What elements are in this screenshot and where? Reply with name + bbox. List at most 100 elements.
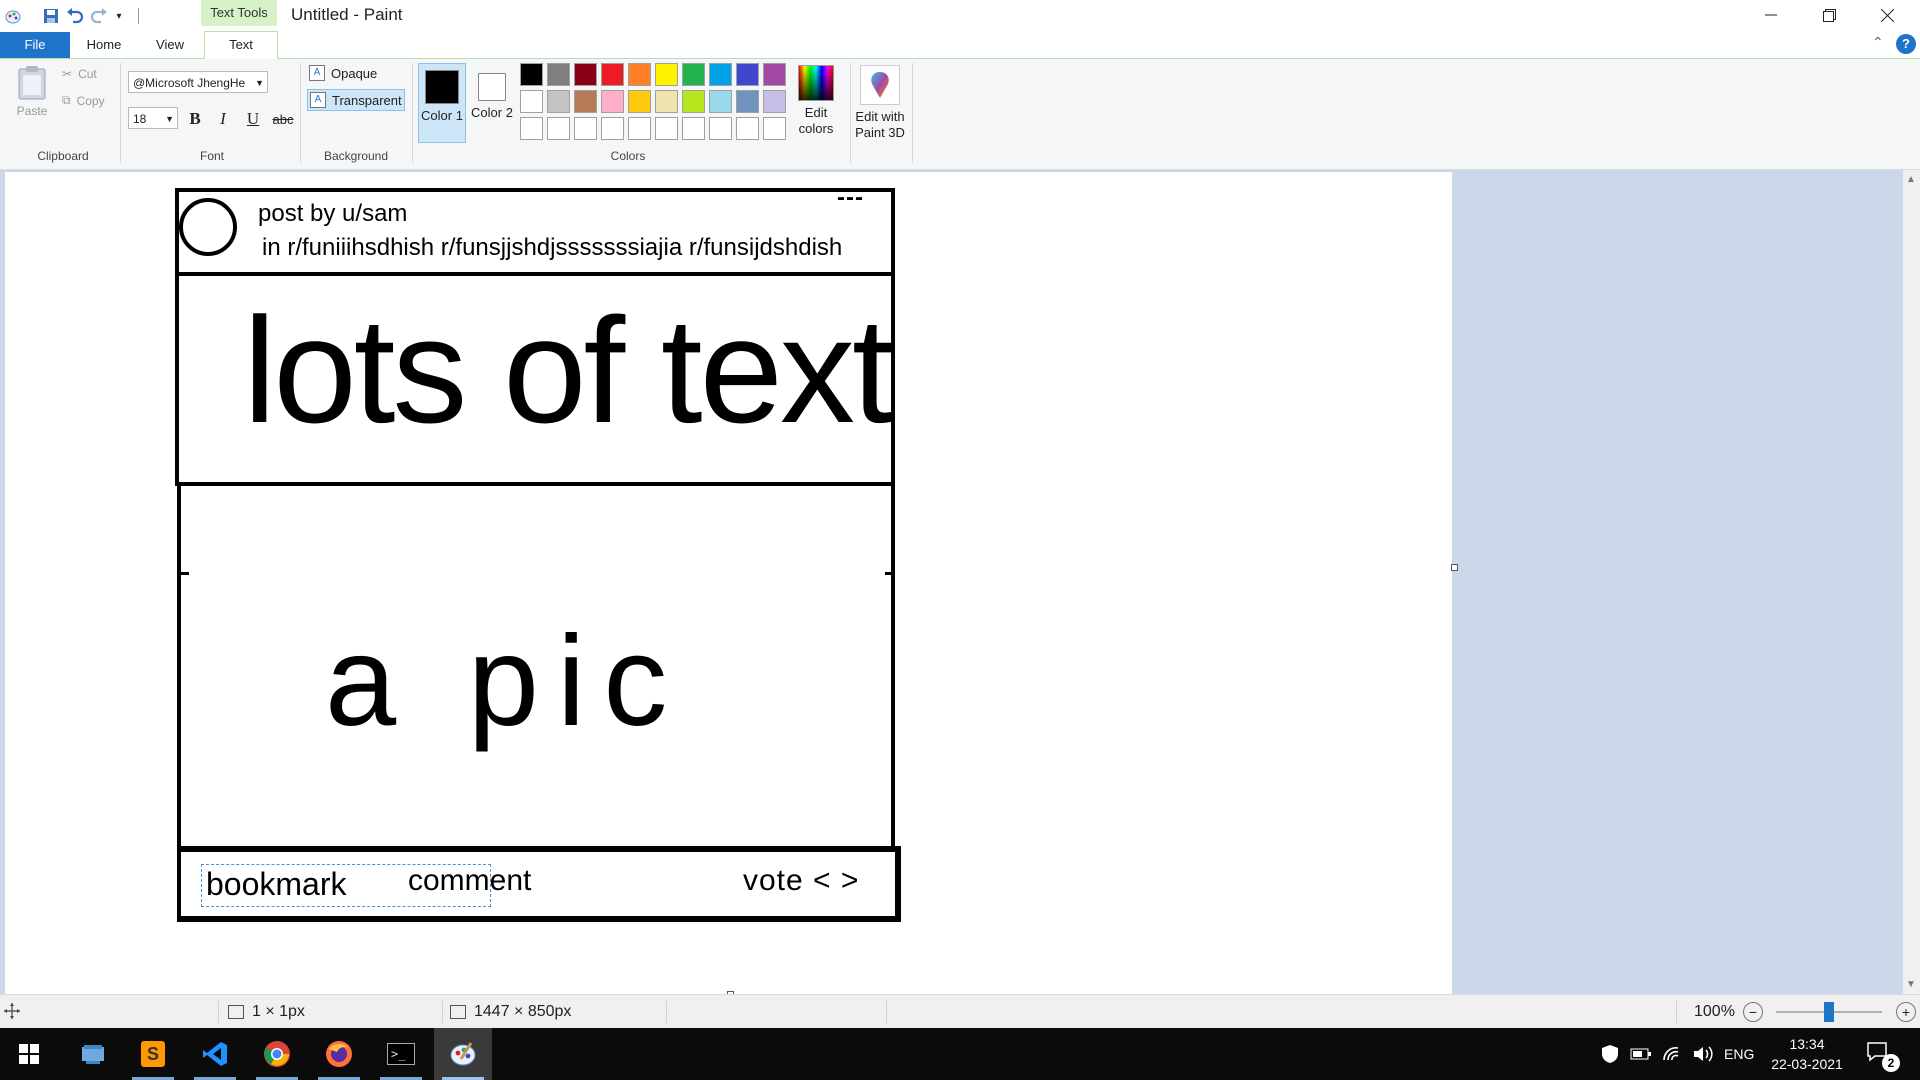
palette-swatch[interactable] <box>520 90 543 113</box>
battery-icon[interactable] <box>1630 1044 1652 1067</box>
drawing-canvas[interactable]: post by u/sam in r/funiiihsdhish r/funsj… <box>5 172 1452 994</box>
paint3d-icon <box>860 65 900 105</box>
zoom-slider[interactable] <box>1776 1002 1882 1022</box>
palette-swatch[interactable] <box>682 90 705 113</box>
taskbar: S >_ ENG 13:34 22-03-2021 2 <box>0 1028 1920 1080</box>
bold-button[interactable]: B <box>184 108 206 130</box>
footer-vote: vote < > <box>743 864 860 897</box>
taskbar-app-terminal[interactable]: >_ <box>372 1028 430 1080</box>
tab-text[interactable]: Text <box>204 31 278 60</box>
color1-button[interactable]: Color 1 <box>418 63 466 143</box>
collapse-ribbon-icon[interactable]: ⌃ <box>1872 34 1884 51</box>
palette-swatch[interactable] <box>682 117 705 140</box>
italic-button[interactable]: I <box>212 108 234 130</box>
taskbar-app-sublime[interactable]: S <box>124 1028 182 1080</box>
post-header-user: post by u/sam <box>258 200 408 227</box>
palette-swatch[interactable] <box>736 63 759 86</box>
tab-view[interactable]: View <box>148 32 192 58</box>
tab-home[interactable]: Home <box>76 32 132 58</box>
volume-icon[interactable] <box>1692 1044 1714 1067</box>
security-icon[interactable] <box>1600 1044 1620 1067</box>
palette-swatch[interactable] <box>655 90 678 113</box>
notification-count-badge: 2 <box>1882 1054 1900 1072</box>
palette-swatch[interactable] <box>574 117 597 140</box>
palette-swatch[interactable] <box>763 90 786 113</box>
cut-button[interactable]: ✂ Cut <box>62 67 97 81</box>
ribbon-tab-row: File Home View Text ⌃ ? <box>0 31 1920 60</box>
palette-swatch[interactable] <box>547 117 570 140</box>
opaque-label: Opaque <box>331 65 378 81</box>
palette-swatch[interactable] <box>682 63 705 86</box>
paste-button[interactable]: Paste <box>12 65 52 118</box>
palette-swatch[interactable] <box>763 63 786 86</box>
taskbar-app-paint[interactable] <box>434 1028 492 1080</box>
transparent-option[interactable]: A Transparent <box>307 89 405 111</box>
customize-qat-icon[interactable]: ▾ <box>112 6 126 26</box>
footer-bookmark: bookmark <box>206 866 347 902</box>
palette-swatch[interactable] <box>709 117 732 140</box>
edit-with-paint3d-button[interactable]: Edit with Paint 3D <box>854 65 906 141</box>
tab-file[interactable]: File <box>0 32 70 58</box>
palette-swatch[interactable] <box>709 63 732 86</box>
color2-button[interactable]: Color 2 <box>468 63 516 143</box>
color1-swatch <box>425 70 459 104</box>
taskbar-app-chrome[interactable] <box>248 1028 306 1080</box>
start-button[interactable] <box>0 1028 58 1080</box>
palette-swatch[interactable] <box>655 117 678 140</box>
font-size-value: 18 <box>133 112 147 126</box>
zoom-slider-thumb[interactable] <box>1824 1002 1834 1022</box>
palette-swatch[interactable] <box>574 63 597 86</box>
save-icon[interactable] <box>40 6 62 26</box>
close-button[interactable] <box>1858 0 1916 30</box>
taskbar-app-file-explorer[interactable] <box>64 1028 122 1080</box>
restore-button[interactable] <box>1800 0 1858 30</box>
vertical-scrollbar[interactable]: ▲ ▼ <box>1903 170 1920 994</box>
clock[interactable]: 13:34 22-03-2021 <box>1764 1034 1850 1074</box>
opaque-option[interactable]: A Opaque <box>307 62 403 84</box>
wifi-icon[interactable] <box>1662 1044 1682 1067</box>
underline-button[interactable]: U <box>242 108 264 130</box>
palette-swatch[interactable] <box>655 63 678 86</box>
zoom-in-icon[interactable]: + <box>1896 1002 1916 1022</box>
paint-app-icon[interactable] <box>2 6 24 26</box>
taskbar-app-firefox[interactable] <box>310 1028 368 1080</box>
palette-swatch[interactable] <box>628 117 651 140</box>
palette-swatch[interactable] <box>601 63 624 86</box>
post-picture-text: a pic <box>325 610 686 753</box>
font-size-select[interactable]: 18 ▼ <box>128 107 178 129</box>
zoom-out-icon[interactable]: − <box>1743 1002 1763 1022</box>
palette-swatch[interactable] <box>736 117 759 140</box>
canvas-resize-handle-right[interactable] <box>1451 564 1458 571</box>
taskbar-app-vscode[interactable] <box>186 1028 244 1080</box>
palette-swatch[interactable] <box>547 63 570 86</box>
color-wheel-icon <box>798 65 834 101</box>
edit-colors-button[interactable]: Edit colors <box>792 65 840 137</box>
resize-tick <box>181 572 189 575</box>
palette-swatch[interactable] <box>574 90 597 113</box>
palette-swatch[interactable] <box>628 90 651 113</box>
color2-label: Color 2 <box>471 105 513 120</box>
minimize-button[interactable] <box>1742 0 1800 30</box>
font-family-select[interactable]: @Microsoft JhengHe ▼ <box>128 71 268 93</box>
palette-swatch[interactable] <box>547 90 570 113</box>
image-size: 1447 × 850px <box>474 1003 572 1020</box>
palette-swatch[interactable] <box>520 117 543 140</box>
palette-swatch[interactable] <box>763 117 786 140</box>
palette-swatch[interactable] <box>736 90 759 113</box>
help-icon[interactable]: ? <box>1896 34 1916 54</box>
status-divider <box>666 1001 667 1023</box>
strikethrough-button[interactable]: abc <box>270 108 296 130</box>
redo-icon[interactable] <box>88 6 110 26</box>
undo-icon[interactable] <box>64 6 86 26</box>
palette-swatch[interactable] <box>601 117 624 140</box>
chevron-down-icon: ▼ <box>165 114 174 124</box>
scroll-up-icon[interactable]: ▲ <box>1906 174 1916 185</box>
palette-swatch[interactable] <box>709 90 732 113</box>
palette-swatch[interactable] <box>601 90 624 113</box>
copy-button[interactable]: ⧉ Copy <box>62 93 105 108</box>
chevron-down-icon: ▼ <box>255 78 264 88</box>
input-language[interactable]: ENG <box>1724 1046 1754 1062</box>
palette-swatch[interactable] <box>520 63 543 86</box>
palette-swatch[interactable] <box>628 63 651 86</box>
scroll-down-icon[interactable]: ▼ <box>1906 979 1916 990</box>
